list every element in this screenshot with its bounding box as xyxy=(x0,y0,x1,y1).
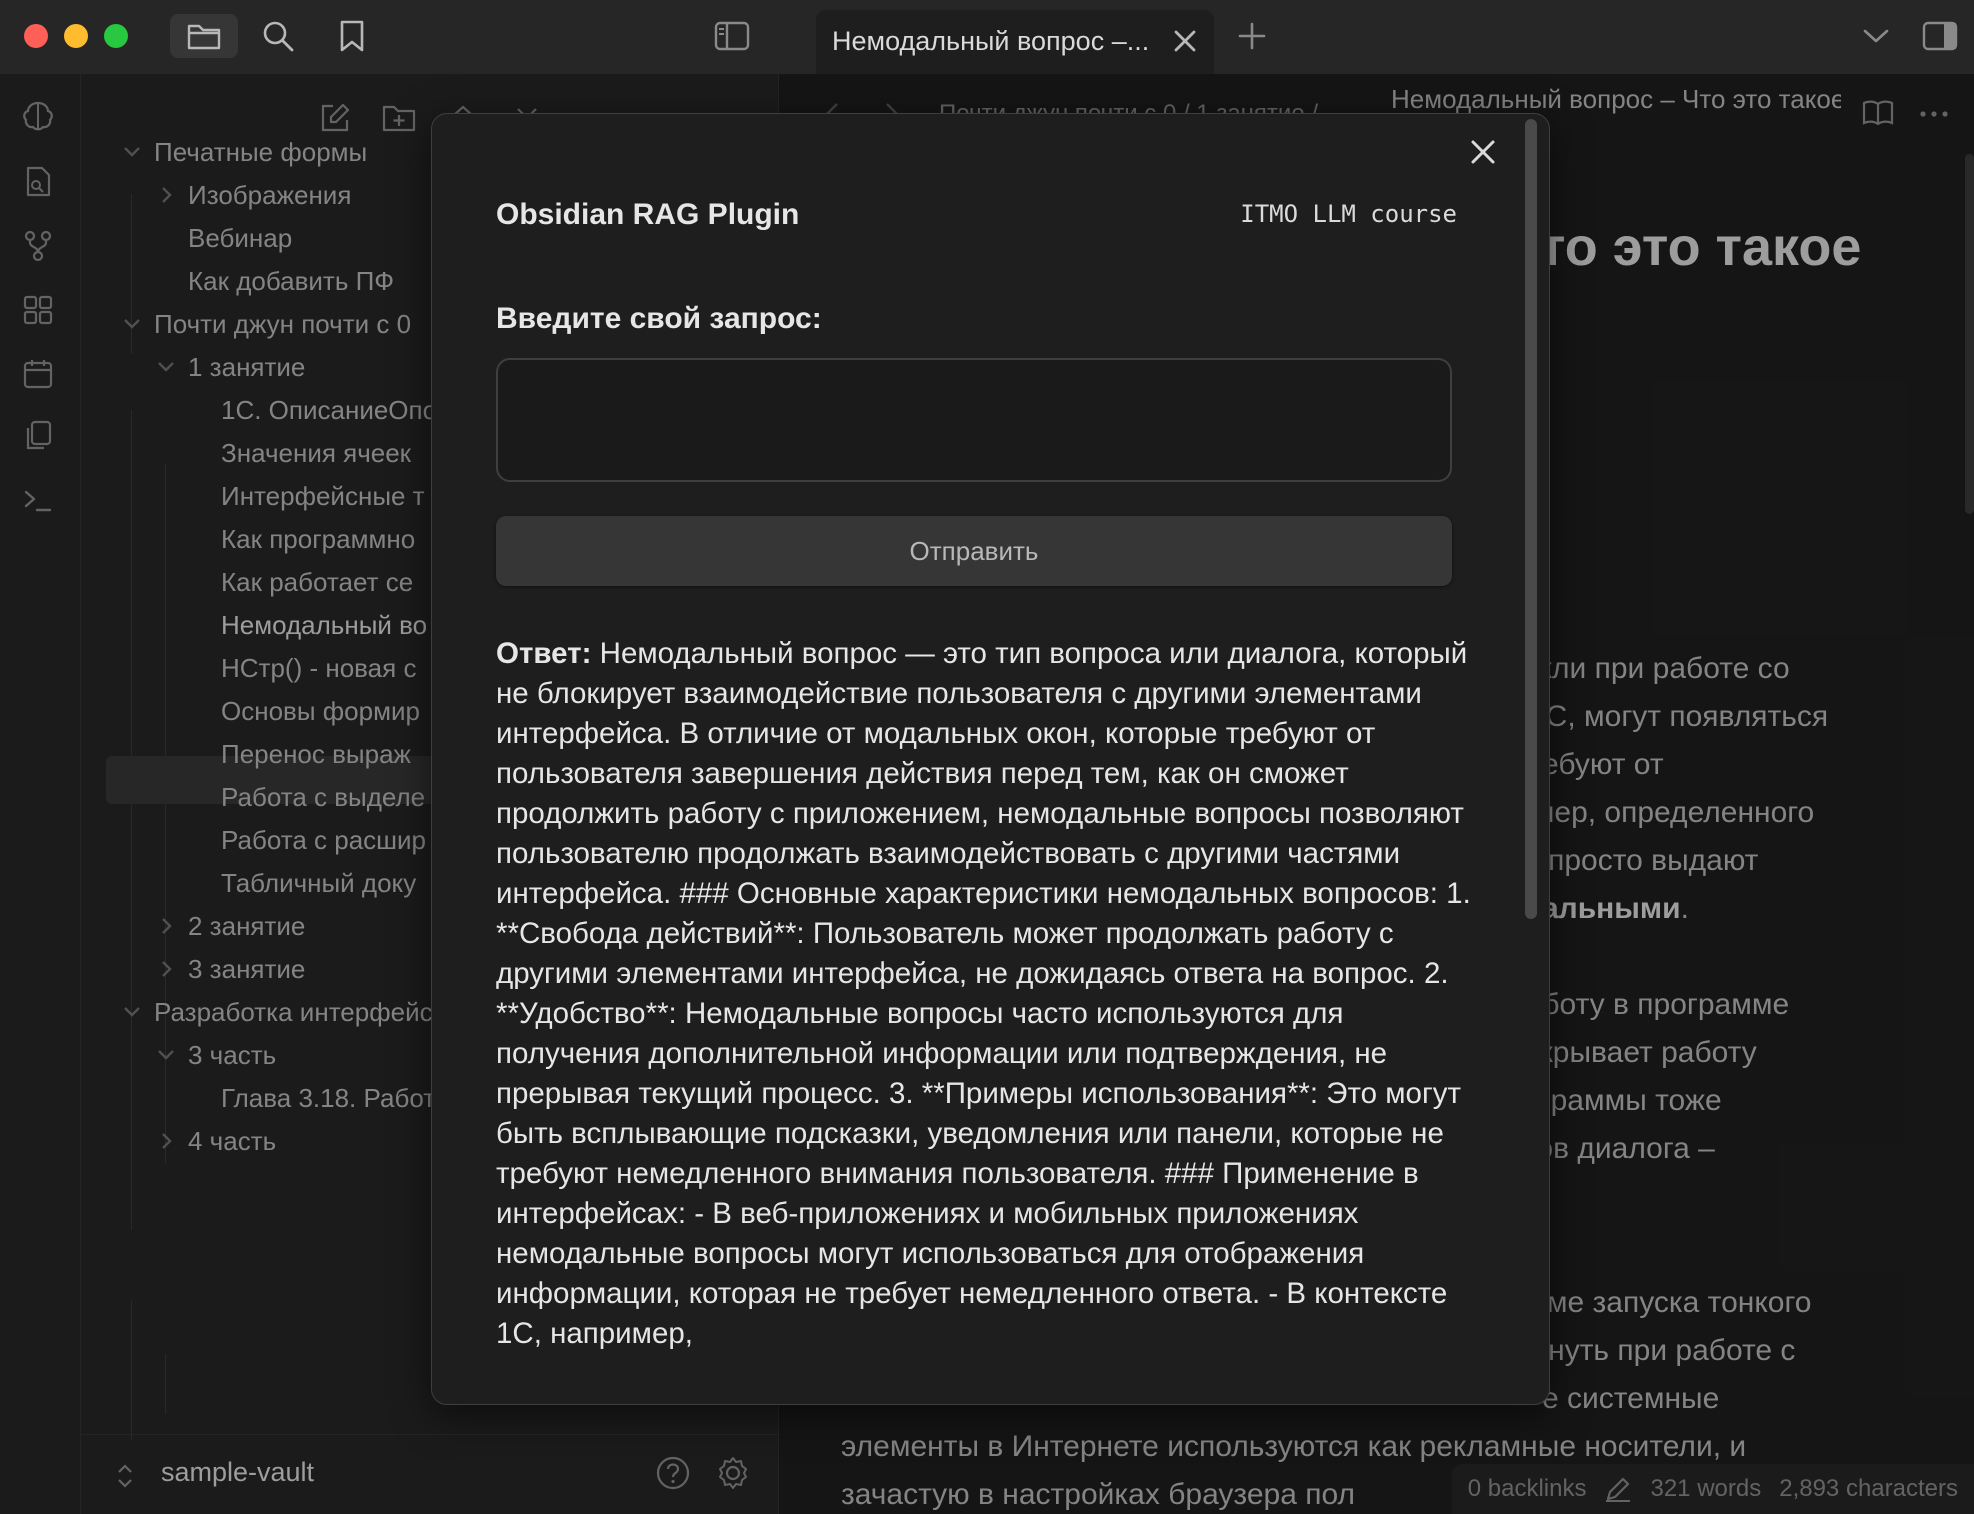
chevron-down-icon xyxy=(1863,29,1889,43)
rag-plugin-modal: Obsidian RAG Plugin ITMO LLM course Введ… xyxy=(431,113,1550,1405)
sidebar-left-icon xyxy=(714,21,750,51)
tab-close-button[interactable] xyxy=(1172,28,1198,54)
query-label: Введите свой запрос: xyxy=(496,302,822,335)
tab-title: Немодальный вопрос –... xyxy=(832,26,1150,56)
zoom-window-button[interactable] xyxy=(104,24,128,48)
close-window-button[interactable] xyxy=(24,24,48,48)
tab-active-note[interactable]: Немодальный вопрос –... xyxy=(816,10,1214,74)
submit-button[interactable]: Отправить xyxy=(496,516,1452,586)
query-input[interactable] xyxy=(496,358,1452,482)
folder-icon xyxy=(187,24,221,50)
close-icon xyxy=(1471,140,1495,164)
answer-label: Ответ: xyxy=(496,637,592,670)
file-explorer-toggle[interactable] xyxy=(170,14,238,58)
title-bar: Немодальный вопрос –... xyxy=(0,0,1974,74)
plus-icon xyxy=(1238,22,1266,50)
tab-list-button[interactable] xyxy=(1854,14,1898,58)
close-icon xyxy=(1174,30,1196,52)
search-icon xyxy=(263,21,294,52)
answer-text: Ответ: Немодальный вопрос — это тип вопр… xyxy=(496,634,1476,1354)
bookmarks-button[interactable] xyxy=(330,14,374,58)
new-tab-button[interactable] xyxy=(1230,14,1274,58)
bookmark-icon xyxy=(340,20,364,52)
modal-scrollbar[interactable] xyxy=(1525,119,1537,919)
answer-body: Немодальный вопрос — это тип вопроса или… xyxy=(496,637,1471,1350)
course-label: ITMO LLM course xyxy=(1240,200,1457,228)
sidebar-right-icon xyxy=(1922,21,1958,51)
modal-title: Obsidian RAG Plugin xyxy=(496,198,800,231)
minimize-window-button[interactable] xyxy=(64,24,88,48)
search-button[interactable] xyxy=(256,14,300,58)
modal-close-button[interactable] xyxy=(1463,132,1503,172)
right-sidebar-toggle-button[interactable] xyxy=(1918,14,1962,58)
sidebar-toggle-button[interactable] xyxy=(710,14,754,58)
